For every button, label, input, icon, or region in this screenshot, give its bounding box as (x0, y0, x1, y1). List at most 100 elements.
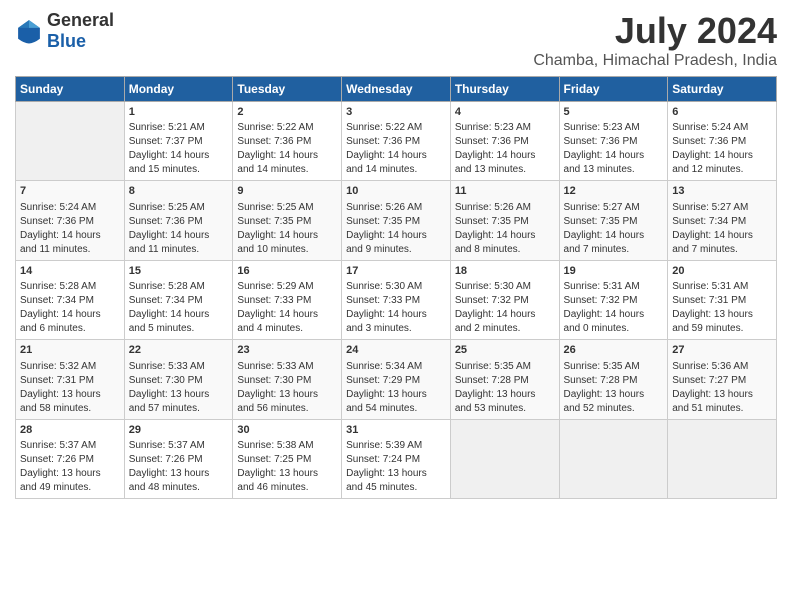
daylight-text-cont: and 14 minutes. (346, 164, 417, 175)
day-number: 11 (455, 184, 555, 199)
week-row-1: 1Sunrise: 5:21 AMSunset: 7:37 PMDaylight… (16, 102, 777, 181)
daylight-text-cont: and 57 minutes. (129, 403, 200, 414)
cell-content: Sunrise: 5:27 AMSunset: 7:35 PMDaylight:… (564, 201, 664, 257)
cell-content: Sunrise: 5:26 AMSunset: 7:35 PMDaylight:… (346, 201, 446, 257)
daylight-text-cont: and 52 minutes. (564, 403, 635, 414)
daylight-text-cont: and 45 minutes. (346, 482, 417, 493)
sunset-text: Sunset: 7:35 PM (455, 216, 529, 227)
sunrise-text: Sunrise: 5:25 AM (129, 202, 205, 213)
cell-content: Sunrise: 5:35 AMSunset: 7:28 PMDaylight:… (564, 360, 664, 416)
daylight-text: Daylight: 14 hours (129, 150, 210, 161)
sunrise-text: Sunrise: 5:35 AM (564, 361, 640, 372)
sunrise-text: Sunrise: 5:25 AM (237, 202, 313, 213)
main-title: July 2024 (533, 10, 777, 52)
day-number: 28 (20, 423, 120, 438)
weekday-header-saturday: Saturday (668, 77, 777, 102)
daylight-text-cont: and 9 minutes. (346, 244, 412, 255)
cell-content: Sunrise: 5:24 AMSunset: 7:36 PMDaylight:… (20, 201, 120, 257)
sunset-text: Sunset: 7:36 PM (346, 136, 420, 147)
calendar-table: SundayMondayTuesdayWednesdayThursdayFrid… (15, 76, 777, 499)
daylight-text: Daylight: 13 hours (455, 389, 536, 400)
day-number: 22 (129, 343, 229, 358)
daylight-text: Daylight: 14 hours (129, 309, 210, 320)
day-number: 2 (237, 105, 337, 120)
cell-content: Sunrise: 5:37 AMSunset: 7:26 PMDaylight:… (129, 439, 229, 495)
sunrise-text: Sunrise: 5:30 AM (346, 281, 422, 292)
daylight-text-cont: and 48 minutes. (129, 482, 200, 493)
calendar-cell: 4Sunrise: 5:23 AMSunset: 7:36 PMDaylight… (450, 102, 559, 181)
calendar-cell: 26Sunrise: 5:35 AMSunset: 7:28 PMDayligh… (559, 340, 668, 419)
daylight-text: Daylight: 14 hours (346, 150, 427, 161)
weekday-header-wednesday: Wednesday (342, 77, 451, 102)
sunset-text: Sunset: 7:36 PM (237, 136, 311, 147)
daylight-text-cont: and 11 minutes. (20, 244, 90, 255)
daylight-text-cont: and 8 minutes. (455, 244, 521, 255)
sunrise-text: Sunrise: 5:23 AM (564, 122, 640, 133)
cell-content: Sunrise: 5:31 AMSunset: 7:31 PMDaylight:… (672, 280, 772, 336)
cell-content: Sunrise: 5:28 AMSunset: 7:34 PMDaylight:… (20, 280, 120, 336)
calendar-cell: 5Sunrise: 5:23 AMSunset: 7:36 PMDaylight… (559, 102, 668, 181)
daylight-text-cont: and 10 minutes. (237, 244, 308, 255)
calendar-cell: 3Sunrise: 5:22 AMSunset: 7:36 PMDaylight… (342, 102, 451, 181)
sunset-text: Sunset: 7:36 PM (20, 216, 94, 227)
cell-content: Sunrise: 5:23 AMSunset: 7:36 PMDaylight:… (455, 121, 555, 177)
cell-content: Sunrise: 5:36 AMSunset: 7:27 PMDaylight:… (672, 360, 772, 416)
day-number: 1 (129, 105, 229, 120)
sunrise-text: Sunrise: 5:22 AM (237, 122, 313, 133)
daylight-text: Daylight: 13 hours (672, 389, 753, 400)
sunrise-text: Sunrise: 5:28 AM (129, 281, 205, 292)
sunrise-text: Sunrise: 5:27 AM (564, 202, 640, 213)
calendar-cell: 24Sunrise: 5:34 AMSunset: 7:29 PMDayligh… (342, 340, 451, 419)
day-number: 15 (129, 264, 229, 279)
subtitle: Chamba, Himachal Pradesh, India (533, 52, 777, 70)
sunset-text: Sunset: 7:35 PM (237, 216, 311, 227)
sunrise-text: Sunrise: 5:30 AM (455, 281, 531, 292)
sunrise-text: Sunrise: 5:37 AM (20, 440, 96, 451)
calendar-cell: 23Sunrise: 5:33 AMSunset: 7:30 PMDayligh… (233, 340, 342, 419)
calendar-cell: 6Sunrise: 5:24 AMSunset: 7:36 PMDaylight… (668, 102, 777, 181)
cell-content: Sunrise: 5:33 AMSunset: 7:30 PMDaylight:… (129, 360, 229, 416)
calendar-cell: 8Sunrise: 5:25 AMSunset: 7:36 PMDaylight… (124, 181, 233, 260)
daylight-text: Daylight: 14 hours (564, 150, 645, 161)
sunrise-text: Sunrise: 5:36 AM (672, 361, 748, 372)
sunset-text: Sunset: 7:25 PM (237, 454, 311, 465)
sunset-text: Sunset: 7:30 PM (129, 375, 203, 386)
daylight-text-cont: and 15 minutes. (129, 164, 200, 175)
day-number: 12 (564, 184, 664, 199)
cell-content: Sunrise: 5:25 AMSunset: 7:36 PMDaylight:… (129, 201, 229, 257)
daylight-text-cont: and 59 minutes. (672, 323, 743, 334)
calendar-cell: 27Sunrise: 5:36 AMSunset: 7:27 PMDayligh… (668, 340, 777, 419)
weekday-header-sunday: Sunday (16, 77, 125, 102)
calendar-cell (559, 419, 668, 498)
daylight-text: Daylight: 13 hours (346, 468, 427, 479)
calendar-cell: 29Sunrise: 5:37 AMSunset: 7:26 PMDayligh… (124, 419, 233, 498)
cell-content: Sunrise: 5:30 AMSunset: 7:32 PMDaylight:… (455, 280, 555, 336)
daylight-text: Daylight: 14 hours (20, 230, 101, 241)
calendar-cell: 30Sunrise: 5:38 AMSunset: 7:25 PMDayligh… (233, 419, 342, 498)
daylight-text: Daylight: 14 hours (455, 230, 536, 241)
calendar-cell: 28Sunrise: 5:37 AMSunset: 7:26 PMDayligh… (16, 419, 125, 498)
logo-general: General (47, 10, 114, 30)
page-container: General Blue July 2024 Chamba, Himachal … (0, 0, 792, 509)
sunset-text: Sunset: 7:34 PM (672, 216, 746, 227)
daylight-text-cont: and 0 minutes. (564, 323, 630, 334)
sunrise-text: Sunrise: 5:37 AM (129, 440, 205, 451)
day-number: 20 (672, 264, 772, 279)
sunset-text: Sunset: 7:33 PM (237, 295, 311, 306)
cell-content: Sunrise: 5:32 AMSunset: 7:31 PMDaylight:… (20, 360, 120, 416)
day-number: 19 (564, 264, 664, 279)
logo-blue: Blue (47, 31, 86, 51)
daylight-text-cont: and 54 minutes. (346, 403, 417, 414)
daylight-text: Daylight: 13 hours (346, 389, 427, 400)
cell-content: Sunrise: 5:22 AMSunset: 7:36 PMDaylight:… (346, 121, 446, 177)
sunrise-text: Sunrise: 5:38 AM (237, 440, 313, 451)
daylight-text-cont: and 46 minutes. (237, 482, 308, 493)
day-number: 6 (672, 105, 772, 120)
weekday-header-tuesday: Tuesday (233, 77, 342, 102)
calendar-cell: 10Sunrise: 5:26 AMSunset: 7:35 PMDayligh… (342, 181, 451, 260)
sunrise-text: Sunrise: 5:33 AM (237, 361, 313, 372)
sunrise-text: Sunrise: 5:31 AM (672, 281, 748, 292)
daylight-text: Daylight: 14 hours (237, 150, 318, 161)
sunrise-text: Sunrise: 5:31 AM (564, 281, 640, 292)
sunset-text: Sunset: 7:31 PM (20, 375, 94, 386)
